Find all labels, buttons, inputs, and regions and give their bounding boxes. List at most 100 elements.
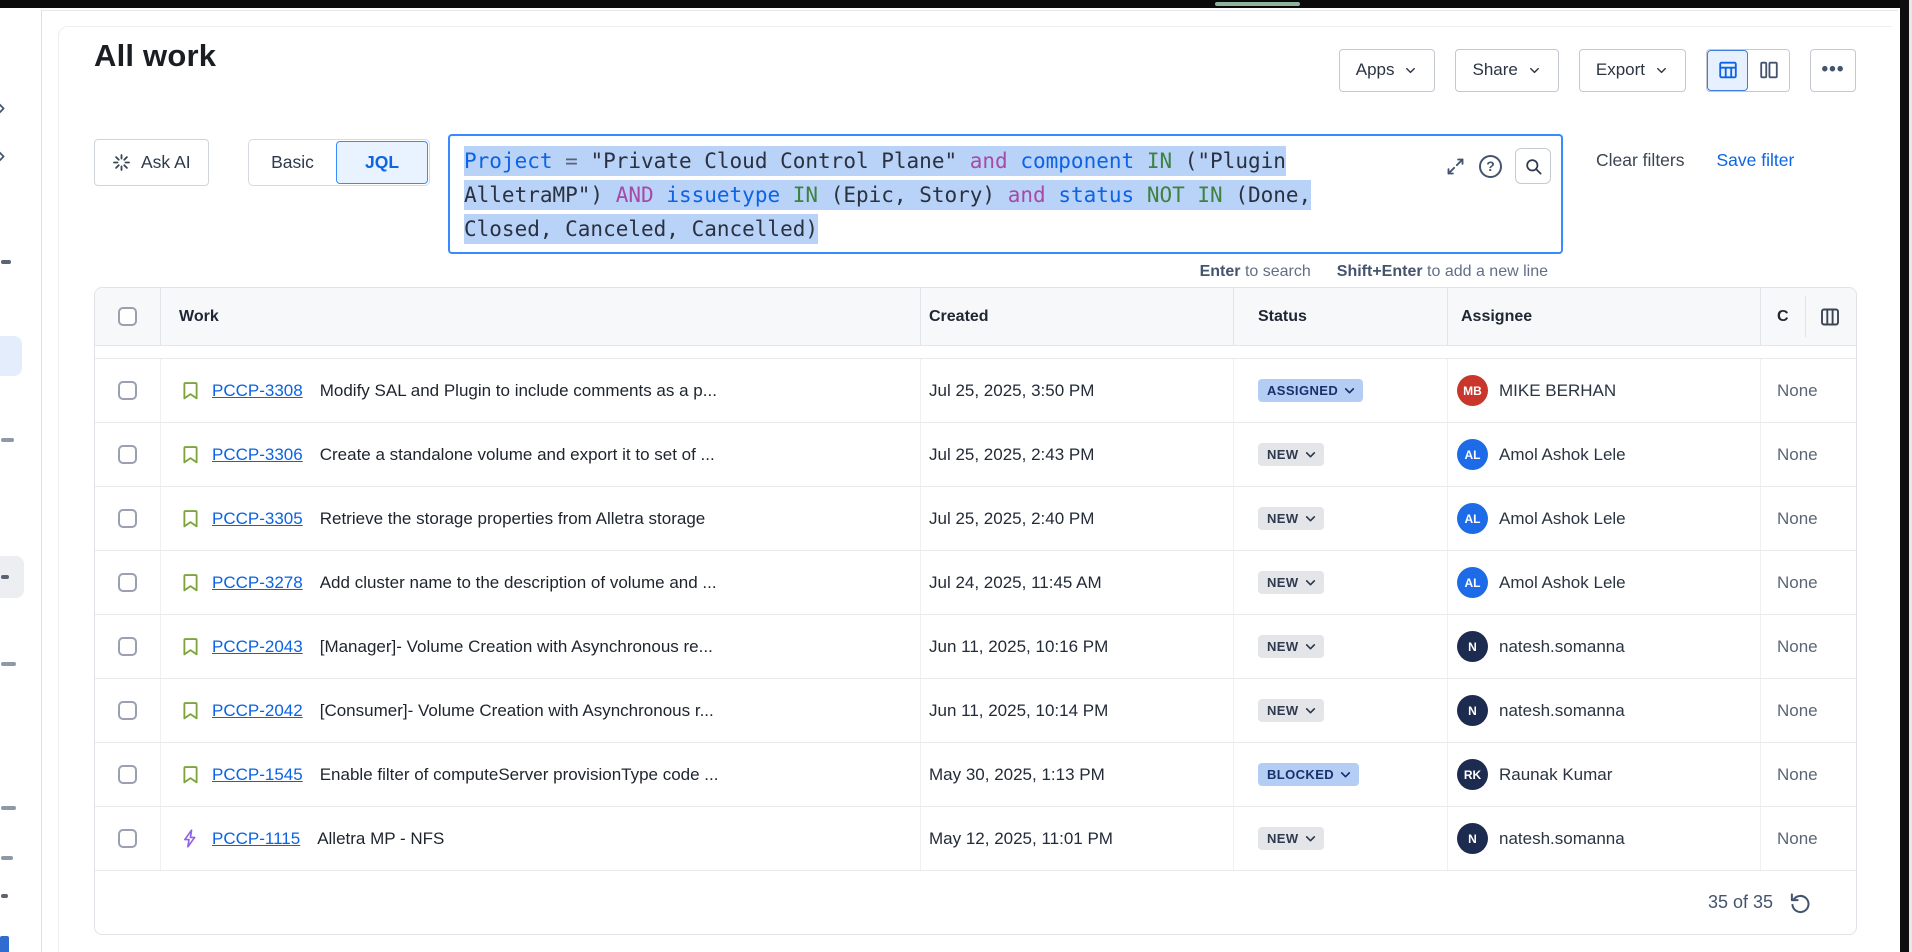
- status-cell: NEW: [1234, 423, 1448, 486]
- status-label: NEW: [1267, 511, 1299, 526]
- issue-key-link[interactable]: PCCP-3305: [212, 509, 303, 529]
- chevron-down-icon: [1654, 63, 1669, 78]
- assignee-cell: AL Amol Ashok Lele: [1448, 487, 1761, 550]
- column-header-work[interactable]: Work: [161, 288, 921, 345]
- sidebar-item-selected[interactable]: [0, 336, 22, 376]
- save-filter-button[interactable]: Save filter: [1717, 150, 1795, 171]
- status-badge[interactable]: NEW: [1258, 827, 1324, 850]
- configure-columns-button[interactable]: [1816, 303, 1844, 331]
- work-cell: PCCP-2042 [Consumer]- Volume Creation wi…: [161, 679, 921, 742]
- issue-key-link[interactable]: PCCP-3278: [212, 573, 303, 593]
- shift-enter-hint: Shift+Enter to add a new line: [1337, 263, 1548, 281]
- refresh-button[interactable]: [1789, 891, 1812, 914]
- search-button[interactable]: [1515, 148, 1551, 184]
- search-hints: Enter to search Shift+Enter to add a new…: [1200, 263, 1548, 281]
- share-button[interactable]: Share: [1455, 49, 1558, 92]
- issue-key-link[interactable]: PCCP-2043: [212, 637, 303, 657]
- row-checkbox[interactable]: [118, 637, 137, 656]
- assignee-cell: AL Amol Ashok Lele: [1448, 551, 1761, 614]
- clear-filters-button[interactable]: Clear filters: [1596, 150, 1685, 171]
- issue-type-icon: [179, 380, 201, 402]
- window-right-edge: [1900, 0, 1909, 952]
- row-checkbox[interactable]: [118, 573, 137, 592]
- work-table: Work Created Status Assignee C PCCP-3308…: [94, 287, 1857, 935]
- chevron-down-icon: [1304, 576, 1317, 589]
- status-badge[interactable]: NEW: [1258, 699, 1324, 722]
- issue-type-icon: [179, 444, 201, 466]
- assignee-name: natesh.somanna: [1499, 829, 1625, 849]
- chevron-right-icon[interactable]: [0, 100, 10, 117]
- detail-view-icon: [1758, 59, 1780, 81]
- extra-cell: None: [1761, 551, 1856, 614]
- chevron-right-icon[interactable]: [0, 148, 10, 165]
- status-badge[interactable]: NEW: [1258, 571, 1324, 594]
- assignee-cell: N natesh.somanna: [1448, 679, 1761, 742]
- apps-button[interactable]: Apps: [1339, 49, 1436, 92]
- checkbox-cell: [95, 359, 161, 422]
- extra-cell: None: [1761, 679, 1856, 742]
- checkbox-cell: [95, 807, 161, 870]
- table-row[interactable]: PCCP-2043 [Manager]- Volume Creation wit…: [95, 615, 1856, 679]
- status-badge[interactable]: BLOCKED: [1258, 763, 1359, 786]
- avatar: N: [1457, 631, 1488, 662]
- column-header-created[interactable]: Created: [921, 288, 1234, 345]
- jql-mode-button[interactable]: JQL: [336, 141, 428, 184]
- sidebar-item-fragment: [1, 662, 16, 666]
- expand-icon[interactable]: [1445, 156, 1466, 177]
- table-row[interactable]: PCCP-2042 [Consumer]- Volume Creation wi…: [95, 679, 1856, 743]
- row-checkbox[interactable]: [118, 445, 137, 464]
- checkbox-cell: [95, 743, 161, 806]
- avatar: AL: [1457, 439, 1488, 470]
- select-all-checkbox[interactable]: [118, 307, 137, 326]
- status-cell: NEW: [1234, 615, 1448, 678]
- issue-summary: Alletra MP - NFS: [317, 829, 444, 849]
- extra-cell: None: [1761, 423, 1856, 486]
- table-row[interactable]: PCCP-3278 Add cluster name to the descri…: [95, 551, 1856, 615]
- status-cell: ASSIGNED: [1234, 359, 1448, 422]
- column-header-assignee[interactable]: Assignee: [1448, 288, 1761, 345]
- ai-sparkle-icon: [112, 153, 131, 172]
- page-title: All work: [94, 38, 216, 74]
- assignee-name: Amol Ashok Lele: [1499, 509, 1626, 529]
- row-checkbox[interactable]: [118, 509, 137, 528]
- table-view-button[interactable]: [1707, 50, 1748, 91]
- row-checkbox[interactable]: [118, 829, 137, 848]
- issue-summary: Create a standalone volume and export it…: [320, 445, 715, 465]
- row-checkbox[interactable]: [118, 765, 137, 784]
- extra-cell: None: [1761, 359, 1856, 422]
- table-row[interactable]: PCCP-3306 Create a standalone volume and…: [95, 423, 1856, 487]
- status-badge[interactable]: ASSIGNED: [1258, 379, 1363, 402]
- detail-view-button[interactable]: [1748, 50, 1789, 91]
- sidebar-item-fragment: [1, 260, 11, 264]
- help-icon[interactable]: ?: [1479, 155, 1502, 178]
- row-checkbox[interactable]: [118, 701, 137, 720]
- assignee-name: Raunak Kumar: [1499, 765, 1612, 785]
- table-row[interactable]: PCCP-1115 Alletra MP - NFS May 12, 2025,…: [95, 807, 1856, 871]
- more-actions-button[interactable]: •••: [1810, 49, 1856, 92]
- created-cell: May 30, 2025, 1:13 PM: [921, 743, 1234, 806]
- issue-key-link[interactable]: PCCP-3306: [212, 445, 303, 465]
- assignee-cell: RK Raunak Kumar: [1448, 743, 1761, 806]
- basic-mode-button[interactable]: Basic: [249, 152, 336, 173]
- checkbox-cell: [95, 615, 161, 678]
- divider: [0, 10, 1898, 11]
- column-header-status[interactable]: Status: [1234, 288, 1448, 345]
- issue-key-link[interactable]: PCCP-2042: [212, 701, 303, 721]
- table-row[interactable]: PCCP-1545 Enable filter of computeServer…: [95, 743, 1856, 807]
- export-button[interactable]: Export: [1579, 49, 1686, 92]
- status-badge[interactable]: NEW: [1258, 443, 1324, 466]
- created-cell: Jul 24, 2025, 11:45 AM: [921, 551, 1234, 614]
- row-checkbox[interactable]: [118, 381, 137, 400]
- table-row[interactable]: PCCP-3305 Retrieve the storage propertie…: [95, 487, 1856, 551]
- jql-query-input[interactable]: Project = "Private Cloud Control Plane" …: [448, 134, 1563, 254]
- issue-summary: [Consumer]- Volume Creation with Asynchr…: [320, 701, 714, 721]
- table-row[interactable]: PCCP-3308 Modify SAL and Plugin to inclu…: [95, 359, 1856, 423]
- ask-ai-button[interactable]: Ask AI: [94, 139, 209, 186]
- issue-key-link[interactable]: PCCP-1545: [212, 765, 303, 785]
- status-badge[interactable]: NEW: [1258, 635, 1324, 658]
- table-body: PCCP-3308 Modify SAL and Plugin to inclu…: [95, 359, 1856, 871]
- status-badge[interactable]: NEW: [1258, 507, 1324, 530]
- issue-key-link[interactable]: PCCP-1115: [212, 829, 300, 849]
- chevron-down-icon: [1304, 832, 1317, 845]
- issue-key-link[interactable]: PCCP-3308: [212, 381, 303, 401]
